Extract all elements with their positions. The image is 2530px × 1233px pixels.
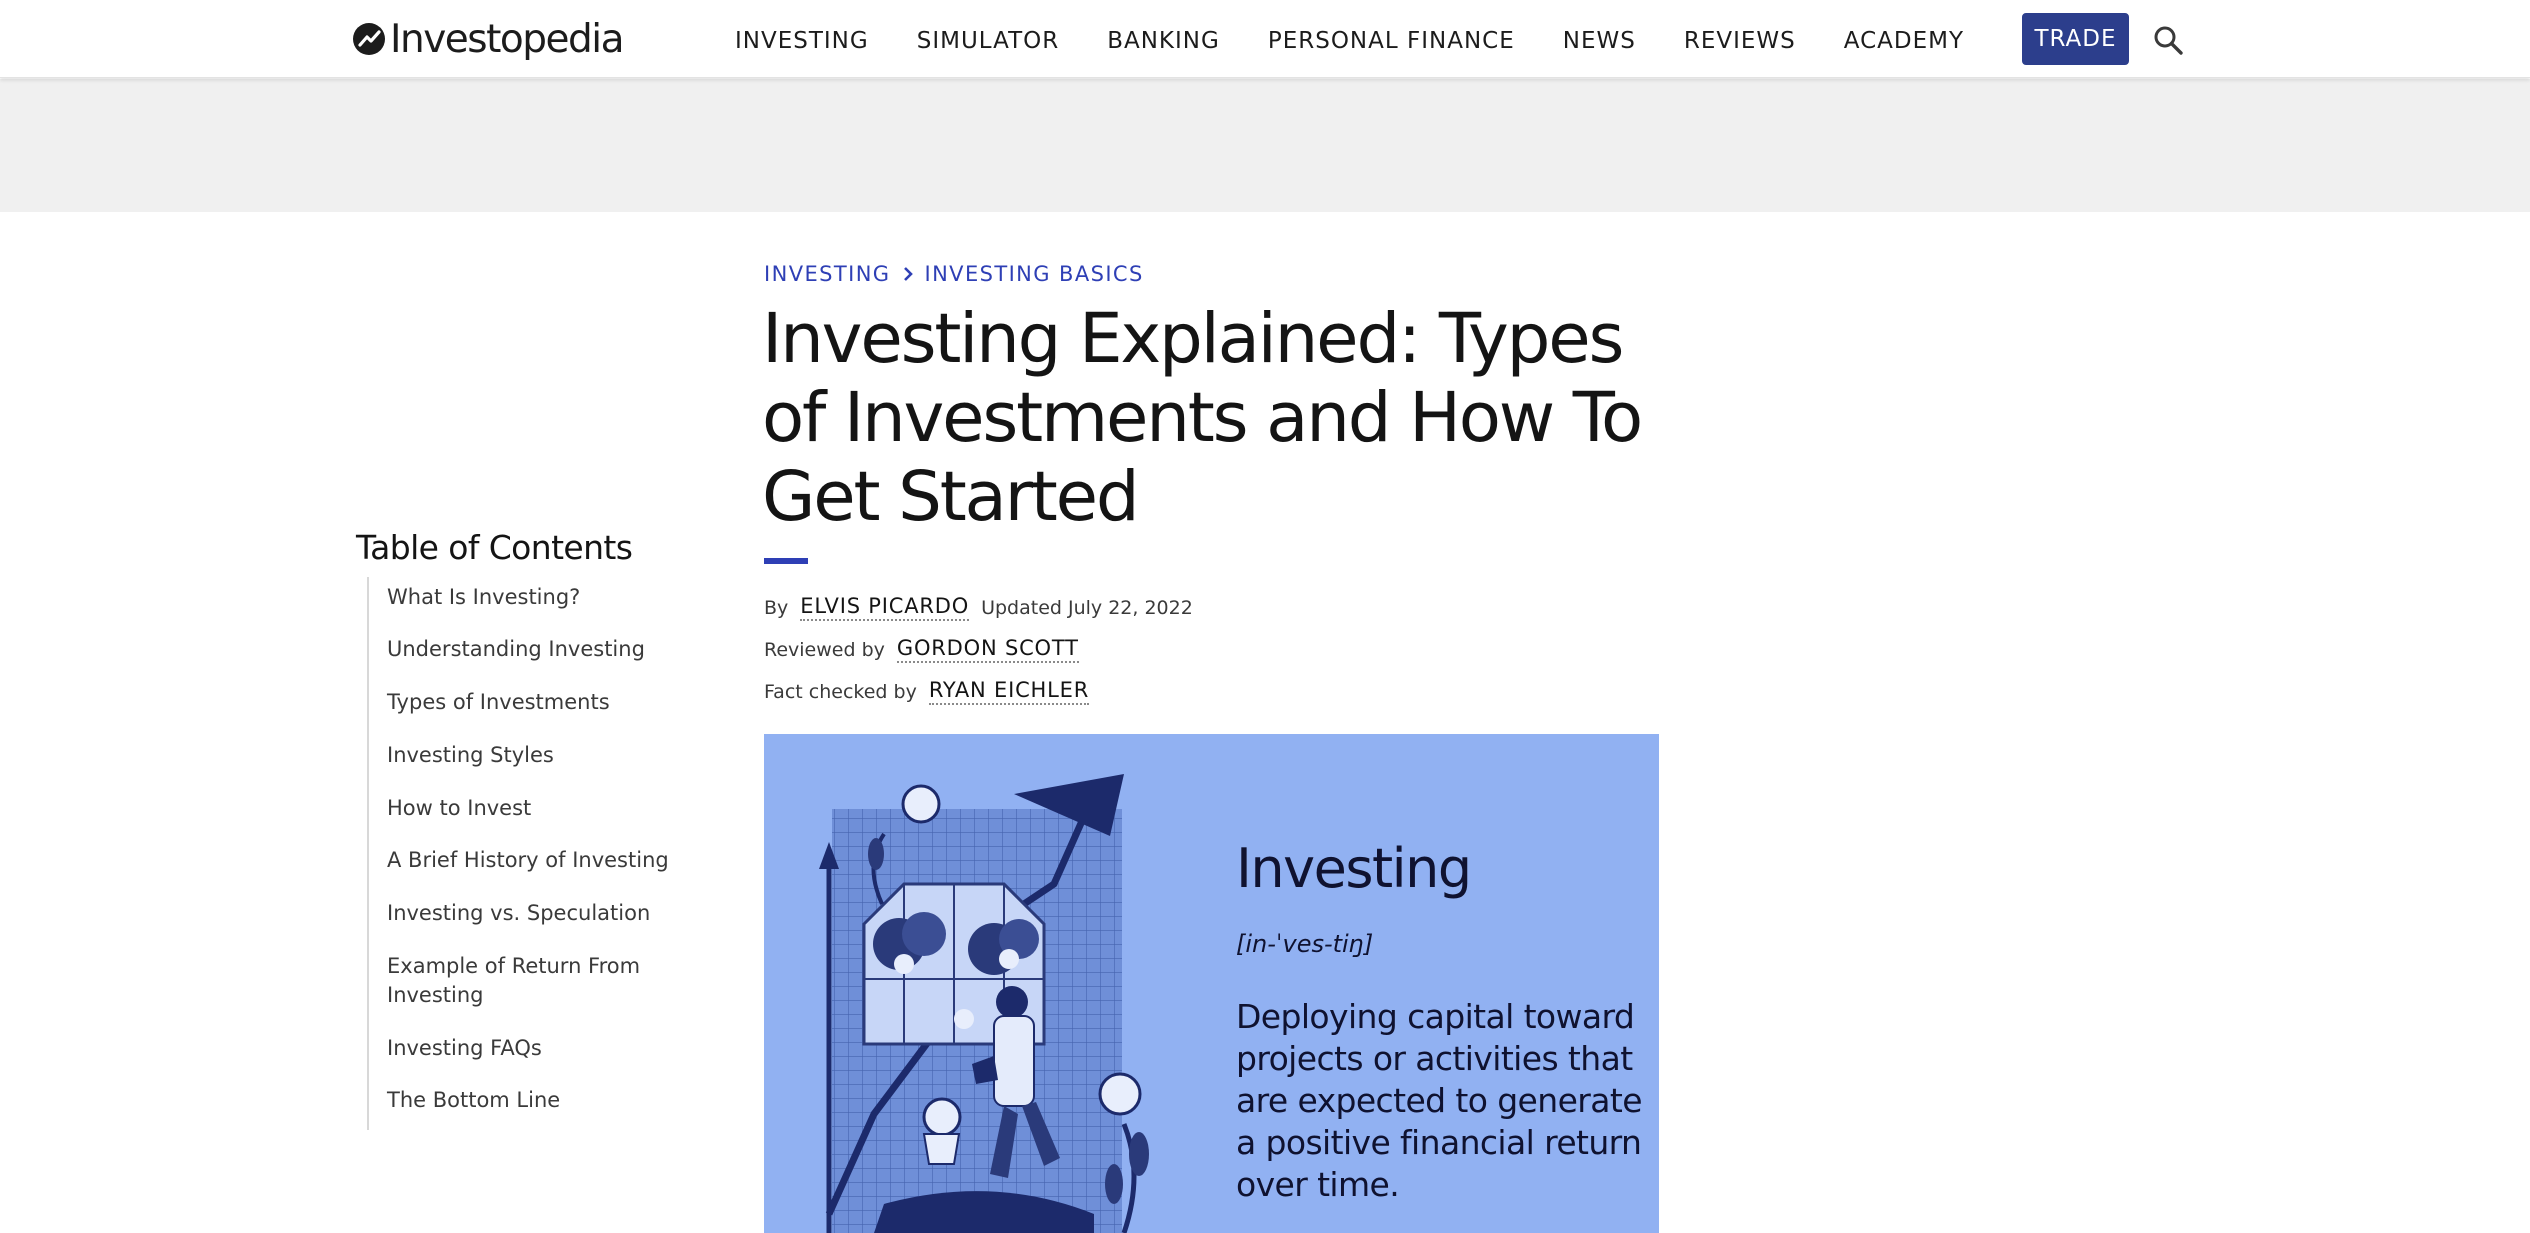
hero-definition: Deploying capital toward projects or act…: [1236, 997, 1643, 1204]
breadcrumb-investing[interactable]: INVESTING: [764, 262, 890, 286]
toc-item-brief-history[interactable]: A Brief History of Investing: [387, 846, 697, 875]
fact-checker-link[interactable]: RYAN EICHLER: [928, 678, 1090, 705]
author-link[interactable]: ELVIS PICARDO: [800, 594, 970, 621]
nav-reviews[interactable]: REVIEWS: [1684, 28, 1796, 54]
investing-illustration: [819, 774, 1149, 1233]
reviewed-by-label: Reviewed by: [764, 638, 885, 661]
investopedia-logo[interactable]: Investopedia: [352, 16, 625, 62]
breadcrumb-investing-basics[interactable]: INVESTING BASICS: [924, 262, 1143, 286]
nav-investing[interactable]: INVESTING: [735, 28, 869, 54]
nav-news[interactable]: NEWS: [1563, 28, 1636, 54]
toc-item-bottom-line[interactable]: The Bottom Line: [387, 1086, 697, 1115]
byline-factcheck-row: Fact checked by RYAN EICHLER: [764, 678, 1090, 705]
nav-banking[interactable]: BANKING: [1107, 28, 1220, 54]
search-button[interactable]: [2150, 22, 2186, 58]
nav-simulator[interactable]: SIMULATOR: [917, 28, 1060, 54]
logo-mark-icon: [353, 23, 385, 55]
breadcrumb: INVESTING INVESTING BASICS: [764, 262, 1144, 286]
toc-item-investing-styles[interactable]: Investing Styles: [387, 741, 697, 770]
toc-item-example-of-return[interactable]: Example of Return From Investing: [387, 952, 697, 1010]
by-label: By: [764, 596, 789, 619]
toc-item-types-of-investments[interactable]: Types of Investments: [387, 688, 697, 717]
ad-banner-placeholder: [0, 79, 2530, 212]
logo-text: Investopedia: [390, 16, 625, 62]
fact-checked-by-label: Fact checked by: [764, 680, 917, 703]
byline-reviewer-row: Reviewed by GORDON SCOTT: [764, 636, 1079, 663]
nav-academy[interactable]: ACADEMY: [1844, 28, 1964, 54]
chevron-right-icon: [900, 266, 916, 282]
hero-pronunciation: [in-ˈves-tiŋ]: [1236, 930, 1374, 958]
main-nav: INVESTING SIMULATOR BANKING PERSONAL FIN…: [735, 24, 2012, 58]
toc-item-what-is-investing[interactable]: What Is Investing?: [387, 583, 697, 612]
toc-item-understanding-investing[interactable]: Understanding Investing: [387, 635, 697, 664]
trade-button[interactable]: TRADE: [2022, 13, 2129, 65]
hero-image: Investing [in-ˈves-tiŋ] Deploying capita…: [764, 734, 1659, 1233]
toc-item-investing-faqs[interactable]: Investing FAQs: [387, 1034, 697, 1063]
updated-date: Updated July 22, 2022: [981, 596, 1193, 619]
search-icon: [2154, 26, 2183, 55]
reviewer-link[interactable]: GORDON SCOTT: [896, 636, 1079, 663]
toc-rail: [367, 577, 369, 1130]
toc-item-how-to-invest[interactable]: How to Invest: [387, 794, 697, 823]
toc-item-investing-vs-speculation[interactable]: Investing vs. Speculation: [387, 899, 697, 928]
site-header: Investopedia INVESTING SIMULATOR BANKING…: [0, 0, 2530, 78]
toc-title: Table of Contents: [356, 528, 633, 567]
nav-personal-finance[interactable]: PERSONAL FINANCE: [1268, 28, 1515, 54]
hero-word: Investing: [1236, 837, 1472, 900]
byline-author-row: By ELVIS PICARDO Updated July 22, 2022: [764, 594, 1193, 621]
title-accent-rule: [764, 558, 808, 564]
article-title: Investing Explained: Types of Investment…: [762, 299, 1643, 537]
